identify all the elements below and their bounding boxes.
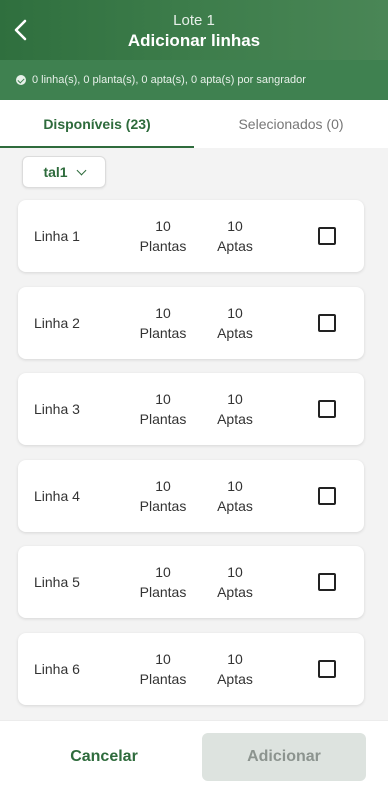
plantas-label: Plantas [139,671,187,687]
aptas-column: 10 Aptas [200,303,270,343]
plantas-label: Plantas [139,411,187,427]
tab-bar: Disponíveis (23) Selecionados (0) [0,100,388,148]
row-name: Linha 5 [34,574,80,590]
list-item: Linha 3 10 Plantas 10 Aptas [18,373,364,445]
plantas-column: 10 Plantas [128,476,198,516]
list-item: Linha 1 10 Plantas 10 Aptas [18,200,364,272]
row-checkbox[interactable] [318,227,336,245]
aptas-column: 10 Aptas [200,389,270,429]
aptas-column: 10 Aptas [200,649,270,689]
list-item: Linha 5 10 Plantas 10 Aptas [18,546,364,618]
aptas-label: Aptas [217,671,253,687]
row-checkbox[interactable] [318,660,336,678]
aptas-column: 10 Aptas [200,216,270,256]
row-checkbox[interactable] [318,487,336,505]
chevron-down-icon [76,165,87,175]
plantas-count: 10 [155,651,171,667]
aptas-label: Aptas [217,584,253,600]
page-title: Adicionar linhas [127,31,261,50]
lot-name: Lote 1 [173,12,215,29]
list-item: Linha 4 10 Plantas 10 Aptas [18,460,364,532]
aptas-label: Aptas [217,238,253,254]
row-checkbox[interactable] [318,314,336,332]
row-name: Linha 3 [34,401,80,417]
plantas-column: 10 Plantas [128,649,198,689]
plantas-label: Plantas [139,238,187,254]
cancel-button[interactable]: Cancelar [30,733,178,781]
row-checkbox[interactable] [318,400,336,418]
plantas-column: 10 Plantas [128,303,198,343]
plantas-count: 10 [155,564,171,580]
list-item: Linha 6 10 Plantas 10 Aptas [18,633,364,705]
aptas-count: 10 [227,391,243,407]
plantas-label: Plantas [139,584,187,600]
plantas-label: Plantas [139,498,187,514]
plantas-column: 10 Plantas [128,216,198,256]
summary-text: 0 linha(s), 0 planta(s), 0 apta(s), 0 ap… [32,74,306,86]
app-header: Lote 1 Adicionar linhas [0,0,388,60]
plantas-count: 10 [155,478,171,494]
aptas-column: 10 Aptas [200,562,270,602]
row-name: Linha 1 [34,228,80,244]
plantas-label: Plantas [139,325,187,341]
aptas-count: 10 [227,651,243,667]
list-item: Linha 2 10 Plantas 10 Aptas [18,287,364,359]
row-name: Linha 4 [34,488,80,504]
add-button[interactable]: Adicionar [202,733,366,781]
row-checkbox[interactable] [318,573,336,591]
aptas-count: 10 [227,478,243,494]
talhao-filter-dropdown[interactable]: tal1 [22,156,106,188]
selection-summary: 0 linha(s), 0 planta(s), 0 apta(s), 0 ap… [0,60,388,100]
plantas-count: 10 [155,218,171,234]
aptas-label: Aptas [217,411,253,427]
tab-selecionados[interactable]: Selecionados (0) [194,100,388,148]
plantas-column: 10 Plantas [128,389,198,429]
aptas-label: Aptas [217,498,253,514]
check-circle-icon [16,75,26,85]
aptas-count: 10 [227,218,243,234]
row-name: Linha 6 [34,661,80,677]
row-name: Linha 2 [34,315,80,331]
action-footer: Cancelar Adicionar [0,720,388,802]
aptas-count: 10 [227,564,243,580]
plantas-count: 10 [155,391,171,407]
plantas-count: 10 [155,305,171,321]
aptas-label: Aptas [217,325,253,341]
filter-value: tal1 [43,164,68,180]
tab-disponiveis[interactable]: Disponíveis (23) [0,100,194,148]
aptas-count: 10 [227,305,243,321]
plantas-column: 10 Plantas [128,562,198,602]
aptas-column: 10 Aptas [200,476,270,516]
